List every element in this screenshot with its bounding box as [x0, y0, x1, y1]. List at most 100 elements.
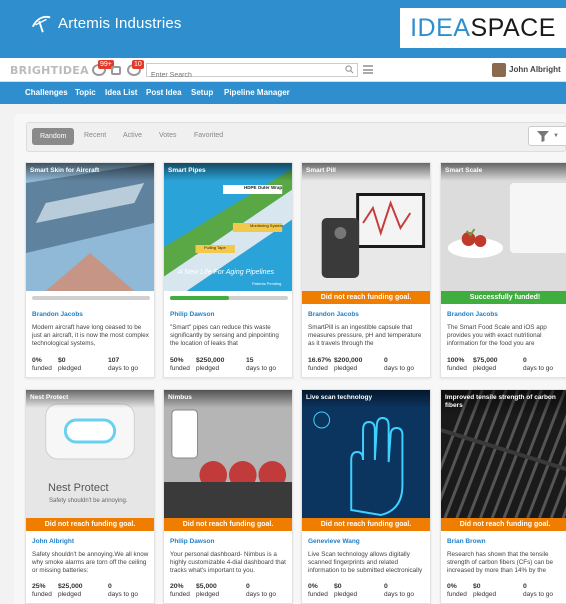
days-to-go-stat-value: 0: [523, 357, 527, 364]
filter-icon: [537, 131, 549, 142]
idea-title[interactable]: Nimbus: [164, 390, 292, 408]
idea-image[interactable]: [302, 390, 430, 518]
idea-title[interactable]: Live scan technology: [302, 390, 430, 408]
nav-challenges[interactable]: Challenges: [25, 88, 68, 97]
funded-stat-value: 0%: [447, 583, 457, 590]
ideaspace-logo: IDEA SPACE: [400, 8, 566, 48]
funded-stat-label: funded: [447, 591, 467, 599]
pledged-stat-label: pledged: [58, 365, 82, 373]
idea-image[interactable]: [441, 163, 566, 291]
idea-author-link[interactable]: Philip Dawson: [170, 538, 214, 545]
pledged-stat: $5,000 pledged: [196, 583, 219, 600]
list-view-icon[interactable]: [363, 65, 373, 74]
sort-tab-votes[interactable]: Votes: [159, 132, 177, 139]
nav-pipeline-manager[interactable]: Pipeline Manager: [224, 88, 290, 97]
idea-card[interactable]: Nimbus Did not reach funding goal. Philip …: [163, 389, 293, 604]
days-to-go-stat: 0 days to go: [384, 357, 414, 374]
idea-description: The Smart Food Scale and iOS app provide…: [447, 324, 547, 348]
idea-description: Live Scan technology allows digitally sc…: [308, 551, 423, 575]
idea-image-art: [164, 390, 292, 518]
main-nav: Challenges Topic Idea List Post Idea Set…: [0, 82, 566, 104]
idea-card[interactable]: HDPE Outer Wrap Monitoring System Pulling …: [163, 162, 293, 378]
funding-status-badge: Did not reach funding goal.: [26, 518, 154, 531]
idea-card[interactable]: Smart Pill Did not reach funding goal. Bra…: [301, 162, 431, 378]
idea-card[interactable]: Live scan technology Did not reach fundin…: [301, 389, 431, 604]
pledged-stat: $200,000 pledged: [334, 357, 362, 374]
idea-author-link[interactable]: John Albright: [32, 538, 74, 545]
sort-tab-random[interactable]: Random: [32, 128, 75, 145]
brand-banner: Artemis Industries IDEA SPACE: [0, 0, 566, 58]
pledged-stat-label: pledged: [334, 365, 358, 373]
idea-description: Safety shouldn't be annoying.We all know…: [32, 551, 149, 575]
idea-title[interactable]: Smart Pill: [302, 163, 430, 181]
filter-button[interactable]: ▼: [528, 126, 566, 146]
days-to-go-stat-value: 15: [246, 357, 254, 364]
idea-author-link[interactable]: Philip Dawson: [170, 311, 214, 318]
search-box: [146, 63, 358, 82]
pledged-stat-value: $0: [473, 583, 481, 590]
brightidea-logo[interactable]: BRIGHTIDEA: [10, 64, 89, 77]
idea-image[interactable]: [26, 163, 154, 291]
image-overlay-text: Patents Pending: [252, 281, 282, 286]
idea-title[interactable]: Improved tensile strength of carbon fibe…: [441, 390, 566, 416]
idea-author-link[interactable]: Brandon Jacobs: [32, 311, 83, 318]
nav-idea-list[interactable]: Idea List: [105, 88, 137, 97]
days-to-go-stat-label: days to go: [523, 365, 553, 373]
avatar[interactable]: [492, 63, 506, 77]
funded-stat-label: funded: [308, 591, 328, 599]
nav-post-idea[interactable]: Post Idea: [146, 88, 182, 97]
days-to-go-stat-value: 107: [108, 357, 120, 364]
pledged-stat: $75,000 pledged: [473, 357, 498, 374]
nav-topic[interactable]: Topic: [75, 88, 96, 97]
funded-stat-label: funded: [170, 591, 190, 599]
idea-title[interactable]: Smart Pipes: [164, 163, 292, 181]
sort-tab-recent[interactable]: Recent: [84, 132, 106, 139]
idea-card[interactable]: Smart Scale Successfully funded! Brandon J…: [440, 162, 566, 378]
user-name[interactable]: John Albright: [509, 65, 561, 74]
ideaspace-logo-part1: IDEA: [410, 13, 471, 42]
days-to-go-stat-label: days to go: [246, 365, 276, 373]
idea-author-link[interactable]: Brandon Jacobs: [447, 311, 498, 318]
search-input[interactable]: [147, 69, 337, 82]
search-icon[interactable]: [345, 65, 354, 74]
sort-tab-active[interactable]: Active: [123, 132, 142, 139]
image-overlay-text: A New Life For Aging Pipelines: [178, 269, 274, 276]
sort-tab-favorited[interactable]: Favorited: [194, 132, 223, 139]
idea-author-link[interactable]: Genevieve Wang: [308, 538, 360, 545]
days-to-go-stat: 0 days to go: [523, 357, 553, 374]
idea-image-art: [441, 163, 566, 291]
pledged-stat-value: $5,000: [196, 583, 217, 590]
idea-card[interactable]: Smart Skin for Aircraft Brandon Jacobs Mod…: [25, 162, 155, 378]
pledged-stat-label: pledged: [58, 591, 82, 599]
pledged-stat-label: pledged: [196, 365, 220, 373]
idea-title[interactable]: Nest Protect: [26, 390, 154, 408]
funding-status-badge: Successfully funded!: [441, 291, 566, 304]
funding-progress-bar: [170, 296, 288, 300]
funded-stat: 0% funded: [308, 583, 328, 600]
idea-image[interactable]: [164, 390, 292, 518]
idea-author-link[interactable]: Brian Brown: [447, 538, 486, 545]
days-to-go-stat-value: 0: [523, 583, 527, 590]
funded-stat-label: funded: [170, 365, 190, 373]
idea-title[interactable]: Smart Skin for Aircraft: [26, 163, 154, 181]
idea-title[interactable]: Smart Scale: [441, 163, 566, 181]
funded-stat-value: 25%: [32, 583, 46, 590]
idea-image[interactable]: [302, 163, 430, 291]
pledged-stat-label: pledged: [334, 591, 358, 599]
idea-description: Modern aircraft have long ceased to be j…: [32, 324, 149, 348]
funded-stat-value: 0%: [32, 357, 42, 364]
idea-card[interactable]: Improved tensile strength of carbon fibe…: [440, 389, 566, 604]
days-to-go-stat-label: days to go: [384, 591, 414, 599]
idea-card[interactable]: Nest Protect Safety shouldn't be annoying…: [25, 389, 155, 604]
company-logo[interactable]: Artemis Industries: [30, 12, 182, 34]
pledged-stat: $0 pledged: [334, 583, 357, 600]
pledged-stat-value: $250,000: [196, 357, 225, 364]
pledged-stat: $0 pledged: [58, 357, 81, 374]
nav-setup[interactable]: Setup: [191, 88, 213, 97]
alerts-badge: 10: [132, 60, 144, 69]
funded-stat: 50% funded: [170, 357, 190, 374]
days-to-go-stat: 0 days to go: [246, 583, 276, 600]
idea-author-link[interactable]: Brandon Jacobs: [308, 311, 359, 318]
funding-status-badge: Did not reach funding goal.: [302, 518, 430, 531]
messages-icon[interactable]: [111, 66, 121, 75]
